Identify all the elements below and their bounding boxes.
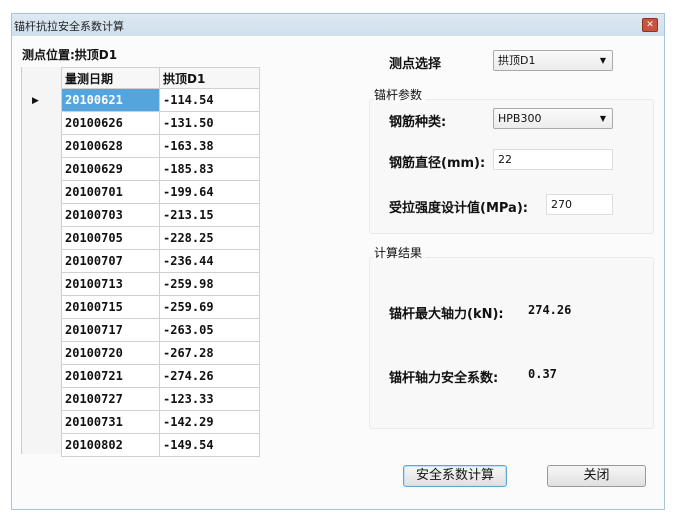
diameter-input[interactable]: 22 (493, 149, 613, 170)
date-cell[interactable]: 20100621 (61, 88, 160, 112)
table-row[interactable]: 20100727 -123.33 (61, 387, 260, 411)
rebar-type-value: HPB300 (498, 112, 542, 125)
date-cell[interactable]: 20100715 (61, 295, 160, 319)
date-cell[interactable]: 20100626 (61, 111, 160, 135)
chevron-down-icon: ▼ (599, 114, 606, 123)
table-row[interactable]: 20100717 -263.05 (61, 318, 260, 342)
value-cell[interactable]: -185.83 (159, 157, 260, 181)
chevron-down-icon: ▼ (599, 56, 606, 65)
date-cell[interactable]: 20100721 (61, 364, 160, 388)
value-cell[interactable]: -267.28 (159, 341, 260, 365)
rebar-type-label: 钢筋种类: (389, 115, 447, 130)
value-cell[interactable]: -199.64 (159, 180, 260, 204)
table-row[interactable]: 20100629 -185.83 (61, 157, 260, 181)
table-row[interactable]: 20100707 -236.44 (61, 249, 260, 273)
value-cell[interactable]: -114.54 (159, 88, 260, 112)
dialog-window: 锚杆抗拉安全系数计算 ✕ 测点位置:拱顶D1 ▶ 量测日期 拱顶D1 20100… (11, 13, 665, 510)
row-header-column (22, 67, 61, 454)
window-title: 锚杆抗拉安全系数计算 (14, 20, 124, 33)
calculate-button[interactable]: 安全系数计算 (403, 465, 507, 487)
max-force-value: 274.26 (528, 303, 572, 317)
column-header-date[interactable]: 量测日期 (61, 67, 160, 89)
date-cell[interactable]: 20100717 (61, 318, 160, 342)
params-group-label: 锚杆参数 (374, 86, 426, 103)
diameter-label: 钢筋直径(mm): (389, 156, 486, 171)
point-select-label: 测点选择 (389, 57, 442, 72)
date-cell[interactable]: 20100628 (61, 134, 160, 158)
measurement-table: 量测日期 拱顶D1 20100621 -114.54 20100626 -131.50… (61, 67, 260, 457)
date-cell[interactable]: 20100802 (61, 433, 160, 457)
date-cell[interactable]: 20100713 (61, 272, 160, 296)
table-row[interactable]: 20100713 -259.98 (61, 272, 260, 296)
location-label: 测点位置:拱顶D1 (22, 48, 118, 62)
date-cell[interactable]: 20100705 (61, 226, 160, 250)
safety-factor-value: 0.37 (528, 367, 557, 381)
safety-factor-label: 锚杆轴力安全系数: (389, 371, 499, 386)
results-group (369, 257, 654, 429)
table-row[interactable]: 20100705 -228.25 (61, 226, 260, 250)
table-row[interactable]: 20100715 -259.69 (61, 295, 260, 319)
point-select-combo[interactable]: 拱顶D1 ▼ (493, 50, 613, 71)
current-row-arrow-icon: ▶ (32, 96, 39, 106)
date-cell[interactable]: 20100727 (61, 387, 160, 411)
table-row[interactable]: 20100621 -114.54 (61, 88, 260, 112)
value-cell[interactable]: -149.54 (159, 433, 260, 457)
value-cell[interactable]: -213.15 (159, 203, 260, 227)
value-cell[interactable]: -236.44 (159, 249, 260, 273)
date-cell[interactable]: 20100720 (61, 341, 160, 365)
value-cell[interactable]: -274.26 (159, 364, 260, 388)
max-force-label: 锚杆最大轴力(kN): (389, 307, 504, 322)
rebar-type-combo[interactable]: HPB300 ▼ (493, 108, 613, 129)
table-row[interactable]: 20100731 -142.29 (61, 410, 260, 434)
date-cell[interactable]: 20100701 (61, 180, 160, 204)
value-cell[interactable]: -163.38 (159, 134, 260, 158)
value-cell[interactable]: -142.29 (159, 410, 260, 434)
table-row[interactable]: 20100721 -274.26 (61, 364, 260, 388)
value-cell[interactable]: -228.25 (159, 226, 260, 250)
results-group-label: 计算结果 (374, 244, 426, 261)
date-cell[interactable]: 20100703 (61, 203, 160, 227)
data-grid[interactable]: ▶ 量测日期 拱顶D1 20100621 -114.54 20100626 -131.… (21, 67, 262, 457)
close-icon[interactable]: ✕ (642, 18, 658, 32)
date-cell[interactable]: 20100731 (61, 410, 160, 434)
value-cell[interactable]: -123.33 (159, 387, 260, 411)
value-cell[interactable]: -263.05 (159, 318, 260, 342)
value-cell[interactable]: -259.98 (159, 272, 260, 296)
table-row[interactable]: 20100802 -149.54 (61, 433, 260, 457)
date-cell[interactable]: 20100707 (61, 249, 160, 273)
point-select-value: 拱顶D1 (498, 54, 536, 67)
strength-input[interactable]: 270 (546, 194, 613, 215)
table-row[interactable]: 20100720 -267.28 (61, 341, 260, 365)
strength-label: 受拉强度设计值(MPa): (389, 201, 528, 216)
column-header-value[interactable]: 拱顶D1 (159, 67, 260, 89)
table-row[interactable]: 20100703 -213.15 (61, 203, 260, 227)
table-row[interactable]: 20100628 -163.38 (61, 134, 260, 158)
title-bar: 锚杆抗拉安全系数计算 ✕ (12, 14, 664, 36)
value-cell[interactable]: -259.69 (159, 295, 260, 319)
close-button[interactable]: 关闭 (547, 465, 646, 487)
date-cell[interactable]: 20100629 (61, 157, 160, 181)
table-row[interactable]: 20100701 -199.64 (61, 180, 260, 204)
table-row[interactable]: 20100626 -131.50 (61, 111, 260, 135)
value-cell[interactable]: -131.50 (159, 111, 260, 135)
